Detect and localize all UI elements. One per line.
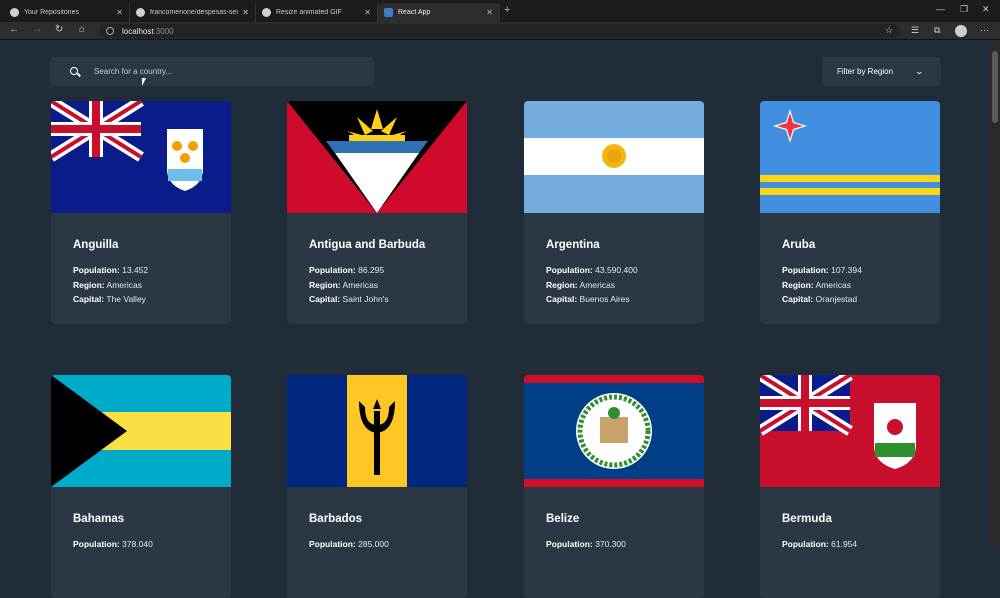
capital-row: Capital: Buenos Aires: [546, 294, 630, 305]
home-icon[interactable]: ⌂: [79, 24, 85, 35]
chevron-down-icon: ⌄: [914, 67, 925, 76]
region-row: Region: Americas: [73, 279, 142, 290]
tab-resize-gif[interactable]: Resize animated GIF ✕: [256, 3, 378, 22]
country-card-barbados[interactable]: Barbados Population: 285.000: [287, 375, 467, 598]
minimize-icon[interactable]: —: [936, 4, 945, 14]
population-row: Population: 86.295: [309, 265, 385, 275]
restore-icon[interactable]: ❐: [960, 4, 968, 15]
url-port: :3000: [153, 26, 174, 36]
country-name: Argentina: [546, 239, 600, 251]
country-name: Aruba: [782, 239, 816, 251]
population-row: Population: 378.040: [73, 539, 153, 549]
scrollbar-thumb[interactable]: [992, 51, 998, 123]
bahamas-flag: [51, 375, 231, 487]
tab-label: Resize animated GIF: [276, 9, 342, 16]
belize-flag: [524, 375, 704, 487]
country-name: Bahamas: [73, 513, 125, 525]
browser-tab-bar: Your Repositories ✕ francomenone/despesa…: [0, 0, 1000, 22]
country-card-antigua-and-barbuda[interactable]: Antigua and Barbuda Population: 86.295 R…: [287, 101, 467, 324]
region-row: Region: Americas: [309, 279, 378, 290]
region-filter-dropdown[interactable]: Filter by Region ⌄: [822, 57, 941, 86]
tab-label: francomenone/despesas-sensacio...: [150, 9, 238, 16]
country-name: Bermuda: [782, 513, 832, 525]
country-card-bermuda[interactable]: Bermuda Population: 61.954: [760, 375, 940, 598]
tab-react-app[interactable]: React App ✕: [378, 3, 500, 22]
profile-avatar[interactable]: [955, 25, 967, 37]
country-card-belize[interactable]: Belize Population: 370.300: [524, 375, 704, 598]
capital-row: Capital: The Valley: [73, 294, 146, 305]
country-card-argentina[interactable]: Argentina Population: 43.590.400 Region:…: [524, 101, 704, 324]
antigua-flag: [287, 101, 467, 213]
url-field[interactable]: localhost :3000: [100, 24, 900, 38]
window-close-icon[interactable]: ✕: [982, 4, 990, 15]
anguilla-flag: [51, 101, 231, 213]
search-icon: [70, 66, 80, 77]
page-content: Filter by Region ⌄ Anguilla Population: …: [0, 41, 990, 598]
aruba-flag: [760, 101, 940, 213]
country-card-bahamas[interactable]: Bahamas Population: 378.040: [51, 375, 231, 598]
favorite-star-icon[interactable]: ☆: [885, 25, 893, 36]
github-icon: [136, 8, 145, 17]
filter-label: Filter by Region: [837, 67, 894, 76]
reload-icon[interactable]: ↻: [55, 24, 63, 35]
country-name: Antigua and Barbuda: [309, 239, 426, 251]
region-row: Region: Americas: [782, 279, 851, 290]
capital-row: Capital: Oranjestad: [782, 294, 858, 305]
close-icon[interactable]: ✕: [364, 8, 371, 17]
collections-icon[interactable]: ⧉: [934, 25, 940, 36]
country-card-aruba[interactable]: Aruba Population: 107.394 Region: Americ…: [760, 101, 940, 324]
more-options-icon[interactable]: ⋯: [980, 25, 989, 36]
search-input[interactable]: [94, 67, 334, 76]
region-row: Region: Americas: [546, 279, 615, 290]
page-scrollbar[interactable]: [990, 41, 1000, 547]
capital-row: Capital: Saint John's: [309, 294, 389, 305]
bermuda-flag: [760, 375, 940, 487]
close-icon[interactable]: ✕: [486, 8, 493, 17]
mouse-cursor: [142, 78, 149, 86]
population-row: Population: 61.954: [782, 539, 858, 549]
population-row: Population: 107.394: [782, 265, 862, 275]
react-icon: [384, 8, 393, 17]
country-name: Belize: [546, 513, 580, 525]
country-name: Anguilla: [73, 239, 119, 251]
browser-address-bar: ← → ↻ ⌂ localhost :3000 ☆ ☰ ⧉ ⋯: [0, 22, 1000, 40]
close-icon[interactable]: ✕: [242, 8, 249, 17]
country-name: Barbados: [309, 513, 363, 525]
country-card-anguilla[interactable]: Anguilla Population: 13.452 Region: Amer…: [51, 101, 231, 324]
favorites-icon[interactable]: ☰: [911, 25, 919, 36]
close-icon[interactable]: ✕: [116, 8, 123, 17]
population-row: Population: 43.590.400: [546, 265, 638, 275]
barbados-flag: [287, 375, 467, 487]
site-info-icon[interactable]: [106, 27, 114, 35]
new-tab-icon[interactable]: +: [504, 4, 510, 16]
population-row: Population: 370.300: [546, 539, 626, 549]
argentina-flag: [524, 101, 704, 213]
tab-label: Your Repositories: [24, 9, 79, 16]
github-icon: [10, 8, 19, 17]
forward-icon[interactable]: →: [32, 24, 42, 35]
tab-despesas[interactable]: francomenone/despesas-sensacio... ✕: [130, 3, 256, 22]
tab-label: React App: [398, 9, 431, 16]
search-box[interactable]: [50, 57, 374, 86]
population-row: Population: 285.000: [309, 539, 389, 549]
tab-your-repositories[interactable]: Your Repositories ✕: [4, 3, 130, 22]
back-icon[interactable]: ←: [9, 24, 19, 35]
url-host: localhost: [122, 26, 154, 36]
population-row: Population: 13.452: [73, 265, 149, 275]
ezgif-icon: [262, 8, 271, 17]
